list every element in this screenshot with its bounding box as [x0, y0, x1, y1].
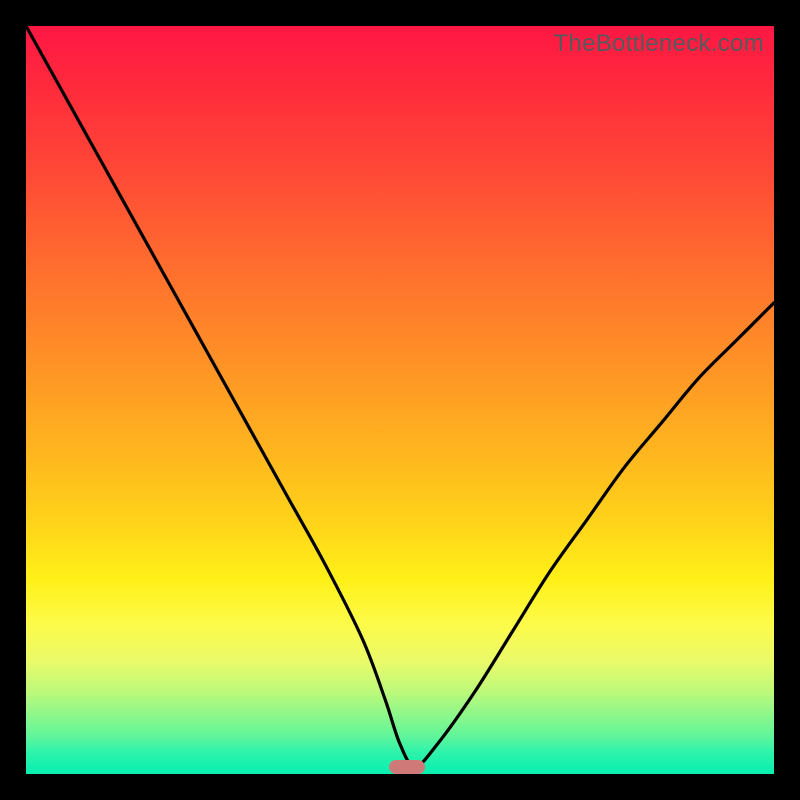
watermark-text: TheBottleneck.com: [553, 30, 764, 58]
optimum-marker: [389, 760, 425, 774]
plot-area: TheBottleneck.com: [26, 26, 774, 774]
chart-frame: TheBottleneck.com: [0, 0, 800, 800]
bottleneck-curve: [26, 26, 774, 774]
